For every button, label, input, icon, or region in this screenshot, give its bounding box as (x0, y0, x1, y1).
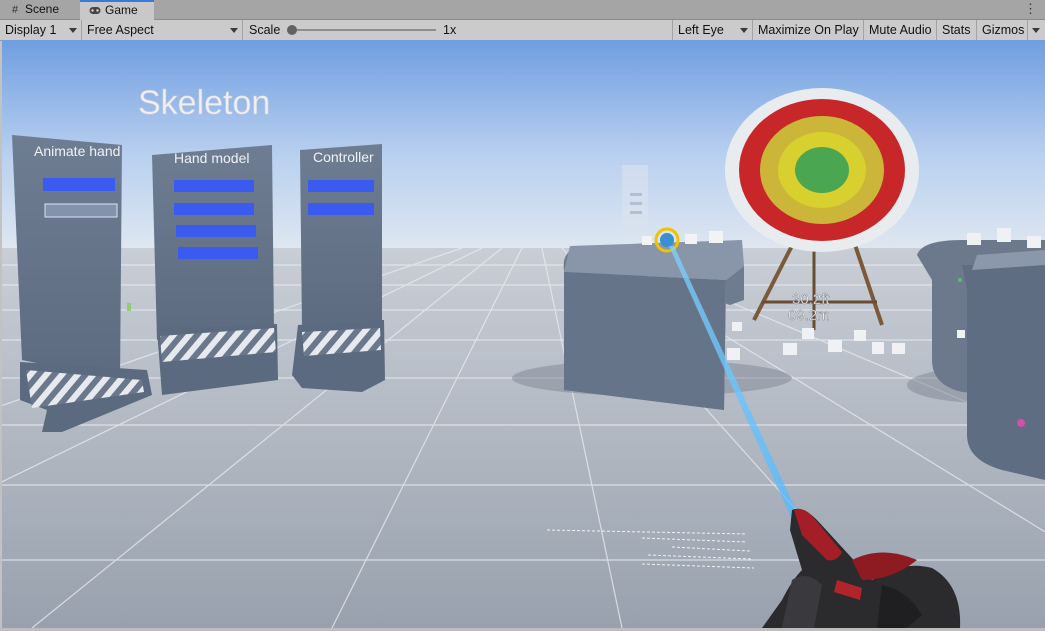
target-distance-meters: 09.2m (788, 307, 830, 324)
display-dropdown-label: Display 1 (5, 23, 57, 37)
skeleton-title: Skeleton (138, 84, 270, 122)
gamepad-icon (89, 3, 101, 20)
controller-panel: Controller (292, 144, 385, 392)
green-marker (958, 278, 962, 282)
gizmos-button[interactable]: Gizmos (977, 20, 1027, 40)
tab-scene[interactable]: # Scene (0, 0, 80, 19)
chevron-down-icon (230, 28, 238, 33)
hand-model-panel: Hand model (152, 145, 278, 395)
mute-audio-button[interactable]: Mute Audio (864, 20, 937, 40)
tab-game[interactable]: Game (80, 0, 154, 20)
hand-model-button-3[interactable] (176, 225, 256, 237)
game-viewport[interactable]: Skeleton Animate hand Hand model Control… (2, 40, 1045, 628)
game-render: Skeleton Animate hand Hand model Control… (2, 40, 1045, 628)
controller-button-1[interactable] (308, 180, 374, 192)
chevron-down-icon (740, 28, 748, 33)
stats-button[interactable]: Stats (937, 20, 977, 40)
aspect-dropdown[interactable]: Free Aspect (82, 20, 243, 40)
hand-model-title: Hand model (174, 150, 250, 166)
eye-dropdown[interactable]: Left Eye (672, 20, 753, 40)
scale-value: 1x (443, 23, 457, 37)
aspect-dropdown-label: Free Aspect (87, 23, 154, 37)
chevron-down-icon (1032, 28, 1040, 33)
scale-slider-track[interactable] (292, 29, 436, 31)
tab-scene-label: Scene (25, 2, 60, 16)
training-sign (622, 165, 648, 227)
target-distance-feet: 30.2ft (792, 291, 830, 308)
hand-model-button-4[interactable] (178, 247, 258, 259)
grid-icon: # (11, 4, 19, 16)
window-tab-bar: # Scene Game ⋮ (0, 0, 1045, 20)
gizmos-dropdown[interactable] (1027, 20, 1045, 40)
animate-hand-title: Animate hand (34, 143, 120, 159)
maximize-on-play-button[interactable]: Maximize On Play (753, 20, 864, 40)
game-view-toolbar: Display 1 Free Aspect Scale 1x Left Eye … (0, 20, 1045, 41)
grab-sphere[interactable] (660, 233, 674, 247)
scale-slider-handle[interactable] (287, 25, 297, 35)
more-options-icon[interactable]: ⋮ (1024, 0, 1037, 19)
scene-marker (127, 303, 131, 311)
tab-game-label: Game (105, 3, 138, 17)
controller-title: Controller (313, 149, 374, 165)
scale-label: Scale (249, 23, 281, 37)
animate-button-1[interactable] (43, 178, 115, 191)
hand-model-button-1[interactable] (174, 180, 254, 192)
eye-dropdown-label: Left Eye (678, 23, 724, 37)
controller-button-2[interactable] (308, 203, 374, 215)
hand-model-button-2[interactable] (174, 203, 254, 215)
display-dropdown[interactable]: Display 1 (0, 20, 82, 40)
pink-marker (1017, 419, 1025, 427)
chevron-down-icon (69, 28, 77, 33)
animate-button-2[interactable] (44, 203, 118, 218)
